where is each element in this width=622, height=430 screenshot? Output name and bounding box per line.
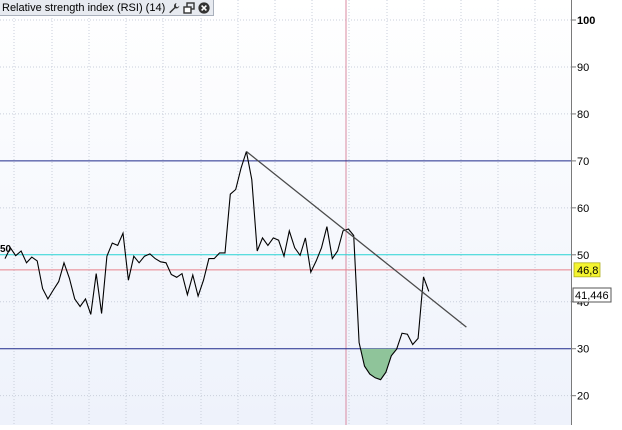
rsi-indicator-panel: 50 20 30 40 50 60 70 80 90 100 46,8 41,446 Relativ… (0, 0, 622, 425)
wrench-icon[interactable] (168, 2, 180, 14)
price-marker-text: 41,446 (575, 290, 609, 302)
y-axis-tick-label: 50 (577, 250, 589, 262)
y-axis-tick-label: 70 (577, 156, 589, 168)
current-value-badge-text: 46,8 (577, 265, 598, 277)
restore-window-icon[interactable] (183, 1, 195, 14)
close-icon[interactable] (198, 1, 210, 14)
rsi-chart: 50 (0, 0, 571, 425)
y-axis: 20 30 40 50 60 70 80 90 100 46,8 41,446 (571, 0, 622, 425)
y-axis-tick-label: 20 (577, 391, 589, 403)
oversold-fill-area (360, 348, 397, 380)
chart-plot-area[interactable]: 50 (0, 0, 571, 425)
y-axis-tick-label: 30 (577, 344, 589, 356)
rsi-series-line (4, 151, 430, 381)
y-axis-tick-label: 90 (577, 62, 589, 74)
y-axis-tick-label: 100 (577, 15, 595, 27)
indicator-title-bar[interactable]: Relative strength index (RSI) (14) (0, 0, 215, 16)
y-axis-tick-label: 60 (577, 203, 589, 215)
indicator-title: Relative strength index (RSI) (14) (2, 1, 166, 14)
trendline (246, 150, 467, 328)
level-50-label: 50 (0, 244, 12, 255)
y-axis-tick-label: 80 (577, 109, 589, 121)
y-axis-svg: 203040506070809010046,841,446 (572, 15, 612, 403)
